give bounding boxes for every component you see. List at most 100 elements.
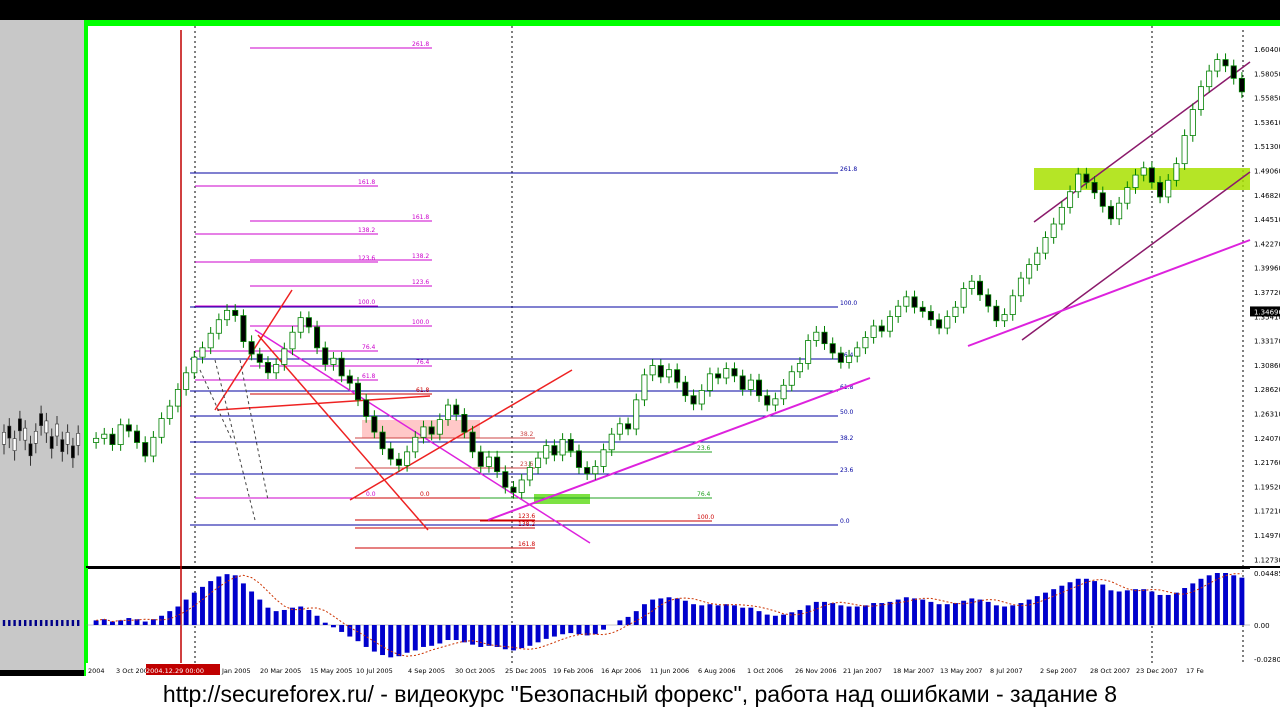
macd-bar [421, 625, 426, 647]
candle-body [1034, 252, 1041, 265]
macd-bar [1124, 590, 1130, 625]
candle-body [494, 456, 501, 473]
price-tick-label: 1.26310 [1254, 411, 1280, 419]
candle-body [813, 331, 820, 341]
candle-body [199, 347, 206, 358]
macd-bar [1108, 590, 1114, 625]
price-tick-label: 1.44510 [1254, 216, 1280, 224]
candle-body [829, 343, 836, 354]
candle-body [1083, 173, 1090, 183]
price-tick-label: 1.53610 [1254, 119, 1280, 127]
candle-body [543, 445, 550, 459]
candle-body [1116, 202, 1123, 220]
candle-body [796, 363, 803, 373]
candle-body [567, 438, 574, 452]
fib-level-label: 0.0 [420, 491, 430, 498]
candle-body [936, 319, 943, 329]
fib-level-label: 23.6 [840, 467, 854, 474]
candle-body [1050, 223, 1057, 238]
date-tick-label: 21 Jan 2007 [843, 667, 882, 675]
candle-body [1091, 181, 1098, 194]
date-tick-label: 10 Jul 2005 [356, 667, 393, 675]
candle-body [551, 445, 558, 456]
candle-body [1173, 163, 1180, 181]
candle-body [723, 368, 730, 379]
candle-body [445, 404, 452, 421]
candle-body [150, 436, 157, 457]
left-candle-body [71, 445, 75, 459]
macd-bar [461, 625, 467, 643]
candle-body [1197, 86, 1205, 110]
macd-bar [674, 598, 680, 625]
candle-body [919, 306, 926, 312]
chart-canvas[interactable]: 261.8 100.0 76.4 61.8 50.0 38.2 23.6 0.0 261.8 16… [0, 0, 1280, 720]
macd-bar [1034, 596, 1040, 625]
candle-body [1075, 173, 1082, 193]
macd-tick-label: 0.00 [1254, 622, 1270, 630]
candle-body [371, 416, 378, 433]
macd-bar [101, 619, 107, 625]
candle-body [625, 423, 632, 430]
macd-bar [936, 604, 942, 625]
left-candle-body [65, 432, 70, 445]
price-tick-label: 1.21760 [1254, 459, 1280, 467]
macd-bar [388, 625, 394, 658]
left-macd-bar [50, 620, 53, 626]
macd-bar [641, 604, 647, 625]
candle-body [428, 426, 435, 435]
macd-bar [412, 625, 418, 651]
price-tick-label: 1.60400 [1254, 46, 1280, 54]
macd-bar [748, 607, 754, 625]
left-frame-bar [84, 20, 88, 676]
candle-body [706, 373, 713, 391]
candle-body [215, 319, 222, 334]
macd-bar [478, 625, 484, 647]
candle-body [142, 442, 149, 457]
macd-bar [1165, 594, 1171, 625]
candle-body [363, 399, 370, 417]
candle-body [125, 424, 132, 432]
macd-bar [879, 603, 885, 625]
candle-body [477, 451, 484, 467]
candle-body [616, 423, 623, 435]
macd-bar [1092, 581, 1098, 625]
candle-body [387, 448, 394, 460]
fib-level-label: 261.8 [412, 41, 429, 48]
fib-level-label: 100.0 [358, 299, 375, 306]
candle-body [297, 317, 304, 333]
candle-body [314, 326, 321, 349]
candle-body [273, 364, 280, 374]
left-gray-pane [0, 20, 86, 670]
candle-body [985, 294, 992, 307]
macd-bar [1133, 589, 1138, 625]
macd-bar [339, 625, 345, 632]
candle-body [764, 395, 771, 406]
macd-bar [707, 604, 713, 625]
date-tick-label: 2004.12.29 00:00 [146, 667, 204, 675]
left-candle-body [60, 439, 65, 452]
macd-bar [912, 598, 917, 625]
price-tick-label: 1.39960 [1254, 265, 1280, 273]
macd-bar [740, 607, 746, 625]
current-price-label: 1.34696 [1254, 308, 1280, 316]
candle-body [224, 309, 231, 321]
candle-body [133, 430, 141, 443]
macd-bar [846, 606, 852, 625]
macd-bar [813, 601, 819, 625]
macd-bar [216, 576, 222, 625]
macd-bar [437, 625, 443, 644]
price-tick-label: 1.30860 [1254, 362, 1280, 370]
candle-body [281, 348, 288, 365]
left-candle-body [17, 418, 22, 432]
fib-level-label: 76.4 [416, 359, 430, 366]
macd-bar [281, 609, 287, 625]
left-macd-bar [77, 620, 80, 626]
macd-tick-label: -0.02803 [1254, 656, 1280, 664]
macd-bar [224, 574, 230, 625]
fib-level-label: 23.6 [520, 461, 534, 468]
fib-level-label: 261.8 [840, 166, 857, 173]
macd-bar [265, 607, 271, 625]
price-tick-label: 1.14970 [1254, 532, 1280, 540]
price-tick-label: 1.12730 [1254, 556, 1280, 564]
date-tick-label: 15 May 2005 [310, 667, 352, 675]
